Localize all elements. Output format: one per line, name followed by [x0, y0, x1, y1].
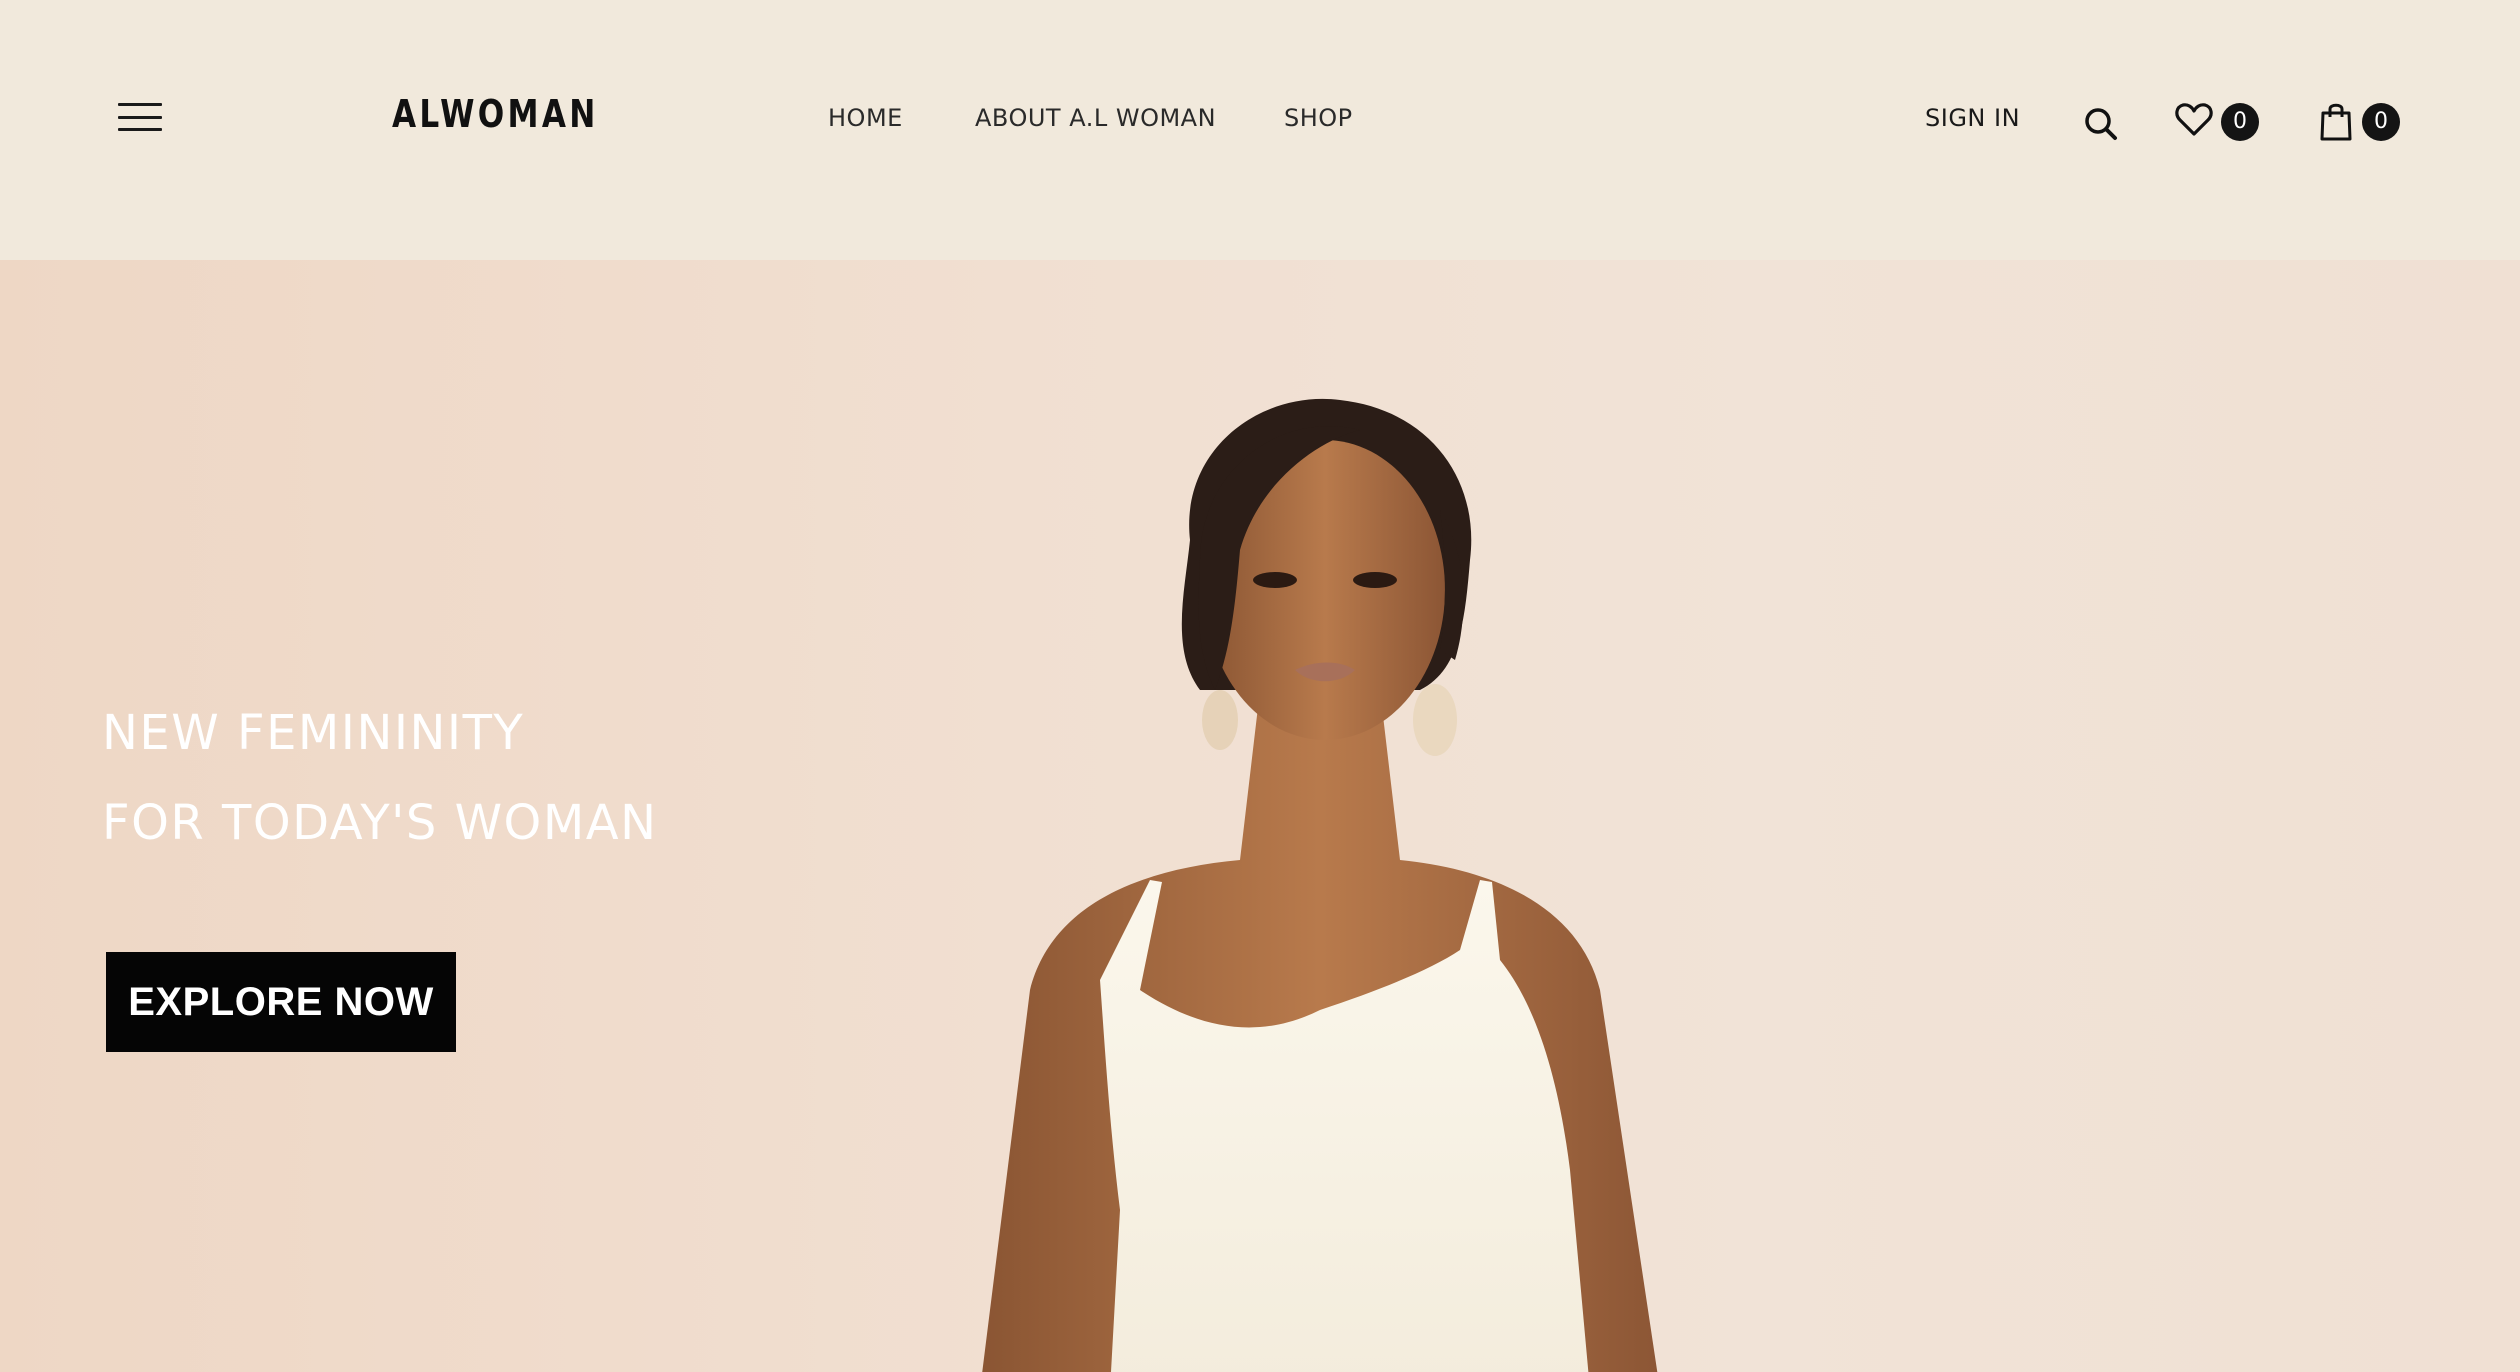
hamburger-menu-icon[interactable] — [118, 103, 162, 131]
nav-about-link[interactable]: ABOUT A.L WOMAN — [975, 104, 1216, 132]
shopping-bag-icon[interactable] — [2318, 100, 2354, 142]
search-icon[interactable] — [2083, 106, 2119, 142]
explore-now-button[interactable]: EXPLORE NOW — [106, 952, 456, 1052]
nav-shop-link[interactable]: SHOP — [1284, 104, 1353, 132]
nav-home-link[interactable]: HOME — [828, 104, 903, 132]
cart-count-badge: 0 — [2362, 103, 2400, 141]
brand-logo[interactable]: ALWOMAN — [392, 92, 599, 136]
hero-model-image — [982, 398, 1658, 1372]
wishlist-count-badge: 0 — [2221, 103, 2259, 141]
hero-headline-line-1: NEW FEMININITY — [102, 705, 525, 761]
hero-banner: NEW FEMININITY FOR TODAY'S WOMAN EXPLORE… — [0, 260, 2520, 1372]
heart-icon[interactable] — [2174, 100, 2214, 140]
hero-headline-line-2: FOR TODAY'S WOMAN — [102, 795, 658, 851]
sign-in-link[interactable]: SIGN IN — [1925, 104, 2020, 132]
site-header: ALWOMAN HOME ABOUT A.L WOMAN SHOP SIGN I… — [0, 0, 2520, 260]
